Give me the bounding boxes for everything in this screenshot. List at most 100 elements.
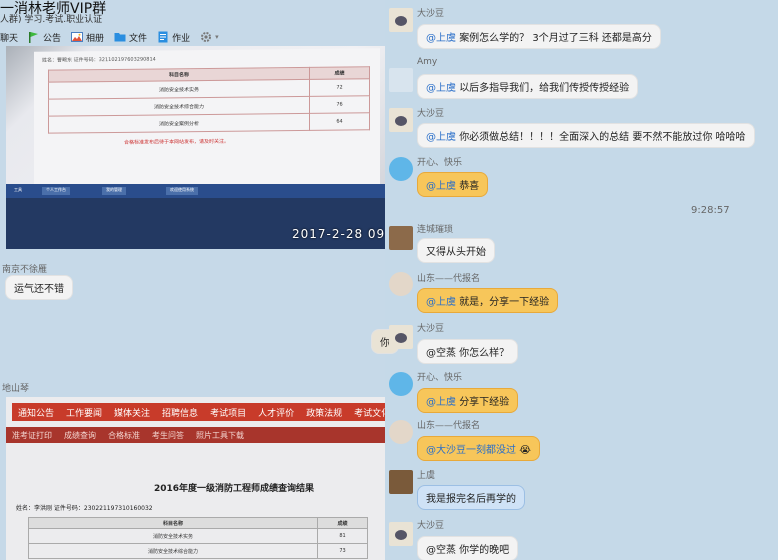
row-score: 81 (317, 528, 368, 544)
nav-item: 工作要闻 (66, 408, 103, 419)
message-bubble[interactable]: @上虞 你必须做总结！！！！全面深入的总结 要不然不能放过你 哈哈哈 (417, 123, 755, 148)
message-sender: 山东——代报名 (417, 274, 481, 284)
nav-item: 人才评价 (258, 408, 295, 419)
toolbar-homework[interactable]: 作业 (157, 31, 190, 44)
message-sender: 开心、快乐 (417, 158, 463, 168)
message-text: 我是报完名后再学的 (426, 494, 516, 505)
score-note: 合格标准发布后待于本网站发布，请及时关注。 (124, 138, 230, 146)
message-bubble[interactable]: @上虞 恭喜 (417, 172, 489, 197)
group-subtitle: 人群) 学习.考试.职业认证 (0, 15, 103, 25)
flag-icon (29, 32, 39, 43)
nav-item: 考试项目 (210, 408, 247, 419)
score-photo-2[interactable]: 通知公告 工作要闻 媒体关注 招聘信息 考试项目 人才评价 政策法规 考试文化 … (6, 397, 389, 560)
avatar[interactable] (389, 372, 413, 396)
toolbar-file[interactable]: 文件 (114, 31, 147, 44)
subnav-item: 考生问答 (152, 430, 184, 440)
message-text: 分享下经验 (459, 397, 510, 408)
toolbar-file-label: 文件 (129, 33, 148, 44)
mention[interactable]: @上虞 (426, 132, 456, 143)
message-text: 恭喜 (459, 181, 480, 192)
message-bubble[interactable]: @上虞 案例怎么学的？ 3个月过了三科 还都是高分 (417, 24, 661, 49)
folder-icon (114, 33, 126, 42)
mention[interactable]: @上虞 (426, 33, 456, 44)
avatar[interactable] (389, 420, 413, 444)
message-bubble[interactable]: 我是报完名后再学的 (417, 485, 525, 510)
toolbar-notice[interactable]: 公告 (28, 31, 61, 44)
header-score: 成绩 (317, 517, 368, 529)
message-sender: 大沙豆 (417, 324, 445, 334)
subnav-item: 照片工具下载 (196, 430, 244, 440)
message-sender: 地山琴 (2, 384, 30, 394)
nav-item: 媒体关注 (114, 408, 151, 419)
mention[interactable]: @上虞 (426, 83, 456, 94)
message-bubble[interactable]: @大沙豆一刻都没过 😭 (417, 436, 540, 461)
crying-emoji-icon: 😭 (519, 445, 531, 456)
toolbar-settings[interactable]: ▾ (200, 31, 219, 43)
avatar[interactable] (389, 470, 413, 494)
nav-item: 政策法规 (306, 408, 343, 419)
header-subject: 科目名称 (28, 517, 318, 529)
message-sender: 连城璀琐 (417, 225, 454, 235)
toolbar-album-label: 相册 (86, 33, 105, 44)
row-score: 76 (309, 95, 370, 114)
taskbar-item: 个人工作台 (42, 187, 70, 195)
message-sender: 山东——代报名 (417, 421, 481, 431)
result-title: 2016年度一级消防工程师成绩查询结果 (154, 484, 315, 494)
photo-icon (71, 32, 84, 42)
toolbar-chat[interactable]: 聊天 (0, 31, 18, 44)
subnav-item: 合格标准 (108, 430, 140, 440)
row-subject: 消防安全技术实务 (28, 528, 318, 544)
message-text: 案例怎么学的？ 3个月过了三科 还都是高分 (459, 33, 652, 44)
taskbar-item: 工具 (14, 187, 22, 192)
result-id-line: 姓名：李洪刚 证件号码：230221197310160032 (16, 505, 153, 512)
table-row: 消防安全技术实务 81 (28, 528, 368, 544)
mention[interactable]: @上虞 (426, 397, 456, 408)
message-sender: 南京不徐雁 (2, 265, 48, 275)
avatar[interactable] (389, 522, 413, 546)
time-divider: 9:28:57 (691, 205, 730, 216)
site-subnav: 准考证打印 成绩查询 合格标准 考生问答 照片工具下载 (6, 427, 389, 443)
message-bubble[interactable]: 又得从头开始 (417, 238, 495, 263)
avatar[interactable] (389, 272, 413, 296)
message-bubble[interactable]: @空蒸 你学的晚吧 (417, 536, 519, 560)
taskbar-item: 欢迎使用系统 (166, 187, 198, 195)
subnav-item: 成绩查询 (64, 430, 96, 440)
message-sender: 大沙豆 (417, 9, 445, 19)
avatar[interactable] (389, 8, 413, 32)
photo-timestamp: 2017-2-28 09:0 (292, 227, 399, 241)
group-toolbar: 聊天 公告 相册 文件 作业 ▾ (0, 28, 229, 46)
message-text: @空蒸 你怎么样？ (426, 348, 510, 359)
avatar[interactable] (389, 108, 413, 132)
message-bubble[interactable]: @上虞 就是，分享一下经验 (417, 288, 559, 313)
toolbar-chat-label: 聊天 (0, 33, 19, 44)
homework-icon (158, 31, 168, 43)
message-bubble[interactable]: @上虞 以后多指导我们，给我们传授传授经验 (417, 74, 639, 99)
score-sheet: 姓名：曹畹东 证件号码：321102197603290814 科目名称 成绩 消… (34, 48, 380, 192)
right-chat-panel: 大沙豆 @上虞 案例怎么学的？ 3个月过了三科 还都是高分 Amy @上虞 以后… (371, 0, 778, 560)
toolbar-album[interactable]: 相册 (71, 31, 104, 44)
taskbar-item: 我的管理 (102, 187, 126, 195)
message-text: 以后多指导我们，给我们传授传授经验 (459, 83, 630, 94)
message-bubble[interactable]: 运气还不错 (5, 275, 73, 300)
row-score: 73 (317, 543, 368, 559)
message-text: @空蒸 你学的晚吧 (426, 545, 510, 556)
avatar[interactable] (389, 68, 413, 92)
message-sender: 大沙豆 (417, 521, 445, 531)
score-photo-1[interactable]: 姓名：曹畹东 证件号码：321102197603290814 科目名称 成绩 消… (6, 46, 389, 249)
message-sender: 上虞 (417, 471, 436, 481)
message-text: 就是，分享一下经验 (459, 297, 550, 308)
mention[interactable]: @上虞 (426, 181, 456, 192)
row-subject: 消防安全技术综合能力 (28, 543, 318, 559)
message-sender: 大沙豆 (417, 109, 445, 119)
message-bubble[interactable]: @上虞 分享下经验 (417, 388, 519, 413)
message-bubble[interactable]: @空蒸 你怎么样？ (417, 339, 519, 364)
avatar[interactable] (389, 157, 413, 181)
avatar[interactable] (389, 325, 413, 349)
table-row: 消防安全案例分析 64 (48, 112, 370, 134)
row-score: 72 (309, 78, 370, 97)
mention[interactable]: @上虞 (426, 297, 456, 308)
header-score: 成绩 (309, 66, 370, 80)
taskbar: 工具 个人工作台 我的管理 欢迎使用系统 (6, 184, 389, 198)
avatar[interactable] (389, 226, 413, 250)
subnav-item: 准考证打印 (12, 430, 52, 440)
